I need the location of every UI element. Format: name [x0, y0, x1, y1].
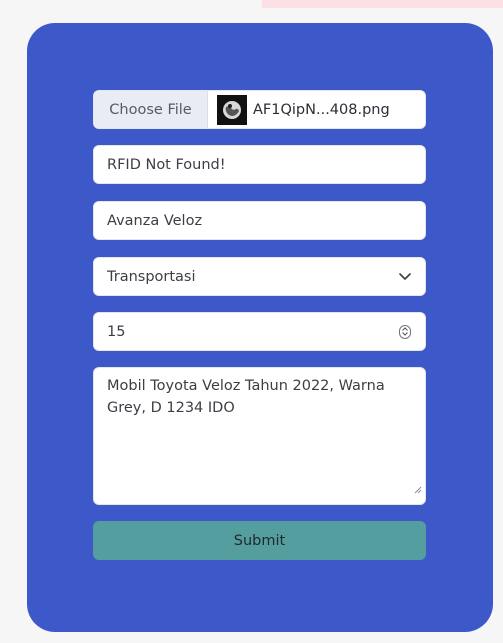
- description-textarea[interactable]: Mobil Toyota Veloz Tahun 2022, Warna Gre…: [93, 367, 426, 505]
- quantity-field[interactable]: 15: [93, 312, 426, 351]
- submit-button[interactable]: Submit: [93, 521, 426, 560]
- quantity-value: 15: [107, 323, 126, 340]
- top-alert-strip: [262, 0, 503, 8]
- name-field[interactable]: Avanza Veloz: [93, 201, 426, 240]
- choose-file-button[interactable]: Choose File: [94, 91, 208, 128]
- rfid-value: RFID Not Found!: [107, 156, 226, 173]
- description-value: Mobil Toyota Veloz Tahun 2022, Warna Gre…: [107, 378, 385, 416]
- rfid-field[interactable]: RFID Not Found!: [93, 145, 426, 184]
- stepper-icon[interactable]: [399, 324, 411, 339]
- chevron-down-icon: [399, 269, 411, 285]
- selected-file-name: AF1QipN...408.png: [253, 101, 390, 118]
- image-thumbnail-icon: [217, 94, 247, 125]
- category-select[interactable]: Transportasi: [93, 257, 426, 296]
- resize-handle-icon[interactable]: [414, 479, 422, 501]
- category-value: Transportasi: [107, 268, 196, 285]
- file-input[interactable]: Choose File AF1QipN...408.png: [93, 90, 426, 129]
- name-value: Avanza Veloz: [107, 212, 203, 229]
